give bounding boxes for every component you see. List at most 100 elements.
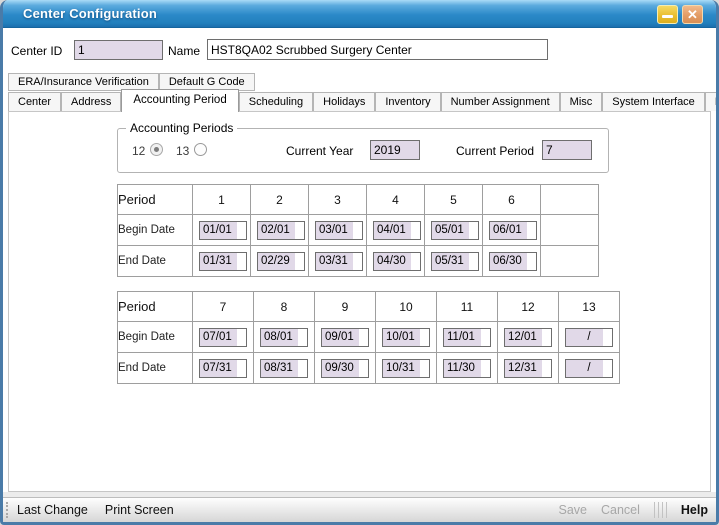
tab-accounting-period[interactable]: Accounting Period — [121, 89, 238, 112]
minimize-icon — [662, 15, 673, 18]
period-col-5: 5 — [425, 185, 483, 215]
radio-12-label: 12 — [132, 144, 145, 158]
period-col-11: 11 — [437, 292, 498, 322]
close-button[interactable]: ✕ — [682, 5, 703, 24]
table-cell — [483, 246, 541, 277]
end-date-input-period-7[interactable] — [199, 359, 247, 378]
periods-table-1-6: Period123456Begin DateEnd Date — [117, 184, 599, 277]
table-cell — [193, 322, 254, 353]
last-change-button[interactable]: Last Change — [17, 503, 88, 517]
table-cell — [254, 353, 315, 384]
period-table: Period123456Begin DateEnd Date — [117, 184, 599, 277]
table-cell — [559, 322, 620, 353]
end-date-input-period-13[interactable] — [565, 359, 613, 378]
period-header-label: Period — [118, 185, 193, 215]
tab-scheduling[interactable]: Scheduling — [239, 92, 313, 111]
begin-date-input-period-4[interactable] — [373, 221, 421, 240]
begin-date-input-period-1[interactable] — [199, 221, 247, 240]
begin-date-input-period-6[interactable] — [489, 221, 537, 240]
end-date-input-period-5[interactable] — [431, 252, 479, 271]
current-year-label: Current Year — [286, 144, 353, 158]
begin-date-input-period-3[interactable] — [315, 221, 363, 240]
begin-date-input-period-10[interactable] — [382, 328, 430, 347]
begin-date-input-period-7[interactable] — [199, 328, 247, 347]
tab-holidays[interactable]: Holidays — [313, 92, 375, 111]
table-cell — [367, 246, 425, 277]
tab-row-primary: CenterAddressAccounting PeriodScheduling… — [8, 89, 719, 112]
period-col-8: 8 — [254, 292, 315, 322]
tab-center[interactable]: Center — [8, 92, 61, 111]
table-cell — [193, 215, 251, 246]
titlebar[interactable]: Center Configuration ✕ — [3, 0, 716, 28]
end-date-input-period-3[interactable] — [315, 252, 363, 271]
table-cell — [425, 246, 483, 277]
end-date-input-period-9[interactable] — [321, 359, 369, 378]
period-col-13: 13 — [559, 292, 620, 322]
begin-date-row-label: Begin Date — [118, 215, 193, 246]
print-screen-button[interactable]: Print Screen — [105, 503, 174, 517]
begin-date-input-period-9[interactable] — [321, 328, 369, 347]
period-col-3: 3 — [309, 185, 367, 215]
table-cell — [425, 215, 483, 246]
table-cell — [376, 353, 437, 384]
window-title: Center Configuration — [23, 6, 157, 21]
table-cell — [309, 215, 367, 246]
begin-date-input-period-2[interactable] — [257, 221, 305, 240]
table-cell — [251, 215, 309, 246]
toolbar-separator — [654, 502, 667, 518]
table-cell — [254, 322, 315, 353]
end-date-input-period-2[interactable] — [257, 252, 305, 271]
end-date-input-period-11[interactable] — [443, 359, 491, 378]
begin-date-input-period-5[interactable] — [431, 221, 479, 240]
begin-date-input-period-11[interactable] — [443, 328, 491, 347]
minimize-button[interactable] — [657, 5, 678, 24]
end-date-input-period-6[interactable] — [489, 252, 537, 271]
save-button[interactable]: Save — [558, 503, 587, 517]
status-bar: Last Change Print Screen Save Cancel Help — [3, 497, 716, 522]
current-period-input[interactable] — [542, 140, 592, 160]
period-col-2: 2 — [251, 185, 309, 215]
tab-misc[interactable]: Misc — [560, 92, 603, 111]
period-col-7: 7 — [193, 292, 254, 322]
current-period-label: Current Period — [456, 144, 534, 158]
end-date-input-period-1[interactable] — [199, 252, 247, 271]
tab-number-assignment[interactable]: Number Assignment — [441, 92, 560, 111]
begin-date-input-period-13[interactable] — [565, 328, 613, 347]
end-date-input-period-12[interactable] — [504, 359, 552, 378]
tab-ecs-claim[interactable]: ECS Claim — [705, 92, 719, 111]
tab-address[interactable]: Address — [61, 92, 121, 111]
table-cell — [315, 322, 376, 353]
table-cell — [498, 353, 559, 384]
table-cell — [437, 353, 498, 384]
table-cell — [483, 215, 541, 246]
statusbar-right-buttons: Save Cancel Help — [558, 502, 708, 518]
end-date-input-period-10[interactable] — [382, 359, 430, 378]
table-cell — [498, 322, 559, 353]
period-col-empty — [541, 185, 599, 215]
center-id-input[interactable] — [74, 40, 163, 60]
end-date-input-period-8[interactable] — [260, 359, 308, 378]
current-year-input[interactable] — [370, 140, 420, 160]
radio-12-periods[interactable] — [150, 143, 163, 156]
begin-date-input-period-12[interactable] — [504, 328, 552, 347]
table-cell — [541, 215, 599, 246]
toolbar-grip[interactable] — [6, 502, 8, 518]
name-label: Name — [168, 44, 200, 58]
begin-date-input-period-8[interactable] — [260, 328, 308, 347]
periods-table-7-13: Period78910111213Begin DateEnd Date — [117, 291, 620, 384]
accounting-periods-groupbox: Accounting Periods 12 13 Current Year Cu… — [117, 128, 609, 173]
begin-date-row-label: Begin Date — [118, 322, 193, 353]
end-date-input-period-4[interactable] — [373, 252, 421, 271]
close-icon: ✕ — [683, 7, 702, 23]
tab-inventory[interactable]: Inventory — [375, 92, 440, 111]
radio-13-periods[interactable] — [194, 143, 207, 156]
table-cell — [309, 246, 367, 277]
name-input[interactable] — [207, 39, 548, 60]
help-button[interactable]: Help — [681, 503, 708, 517]
period-col-4: 4 — [367, 185, 425, 215]
radio-13-label: 13 — [176, 144, 189, 158]
period-col-1: 1 — [193, 185, 251, 215]
tab-system-interface[interactable]: System Interface — [602, 92, 705, 111]
cancel-button[interactable]: Cancel — [601, 503, 640, 517]
end-date-row-label: End Date — [118, 246, 193, 277]
